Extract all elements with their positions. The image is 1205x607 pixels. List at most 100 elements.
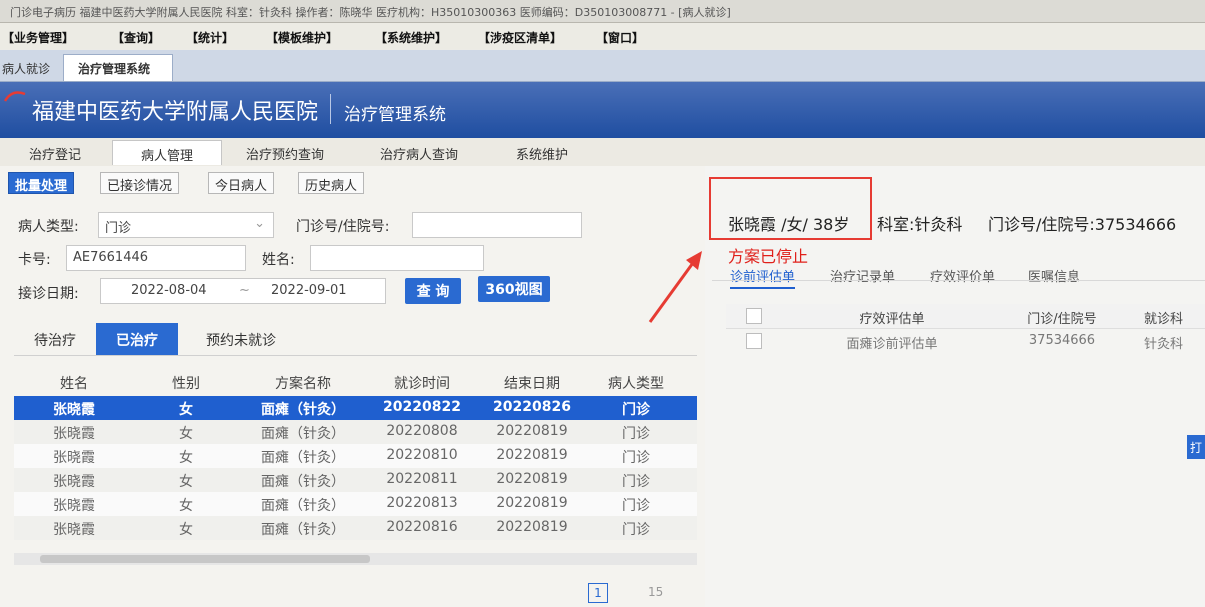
header-end-date[interactable]: 结束日期 (476, 370, 588, 396)
visit-time-cell: 20220813 (386, 495, 458, 511)
menu-template[interactable]: 【模板维护】 (266, 29, 338, 46)
gender-cell: 女 (179, 450, 193, 466)
page-size-select[interactable]: 15 (648, 585, 663, 599)
assessment-row[interactable]: 面瘫诊前评估单 37534666 针灸科 (726, 329, 1205, 353)
query-button[interactable]: 查 询 (405, 278, 461, 304)
tab-treatment-register[interactable]: 治疗登记 (10, 140, 100, 165)
document-tab-strip (0, 50, 1205, 82)
department-label: 科室:针灸科 (877, 215, 963, 234)
tab-efficacy-evaluation[interactable]: 疗效评价单 (930, 266, 995, 285)
date-range-input[interactable]: 2022-08-04 ~ 2022-09-01 (100, 278, 386, 304)
table-row[interactable]: 张晓霞 女 面瘫（针灸） 20220811 20220819 门诊 (14, 468, 697, 492)
gender-cell: 女 (179, 522, 193, 538)
name-label: 姓名: (262, 252, 295, 268)
header-gender[interactable]: 性别 (134, 370, 238, 396)
table-body: 张晓霞女面瘫（针灸） 20220822 20220826 门诊 张晓霞女面瘫（针灸） 20… (14, 396, 697, 540)
table-row[interactable]: 张晓霞 女 面瘫（针灸） 20220808 20220819 门诊 (14, 420, 697, 444)
chevron-down-icon: ⌄ (254, 216, 265, 231)
view-360-button[interactable]: 360视图 (478, 276, 550, 302)
gender-cell: 女 (179, 474, 193, 490)
header-dept[interactable]: 就诊科 (1122, 304, 1205, 328)
patient-type-cell: 门诊 (622, 450, 650, 466)
dept-cell: 针灸科 (1143, 337, 1183, 352)
end-date-cell: 20220819 (496, 471, 568, 487)
plan-cell: 面瘫（针灸） (261, 522, 345, 538)
page-current-button[interactable]: 1 (588, 583, 608, 603)
banner-divider (330, 94, 331, 124)
visit-time-cell: 20220811 (386, 471, 458, 487)
header-patient-type[interactable]: 病人类型 (588, 370, 684, 396)
print-button[interactable]: 打 (1187, 435, 1205, 459)
tab-treatment-record[interactable]: 治疗记录单 (830, 266, 895, 285)
tab-patient-query[interactable]: 治疗病人查询 (358, 140, 480, 165)
date-label: 接诊日期: (18, 286, 79, 302)
name-cell: 张晓霞 (53, 426, 95, 442)
table-row[interactable]: 张晓霞 女 面瘫（针灸） 20220822 20220826 门诊 (14, 396, 697, 420)
received-status-button[interactable]: 已接诊情况 (100, 172, 180, 194)
tab-pre-assessment[interactable]: 诊前评估单 (730, 266, 796, 289)
assessment-header-row: 疗效评估单 门诊/住院号 就诊科 (726, 304, 1205, 329)
reg-no-input[interactable] (412, 212, 582, 238)
tab-medical-orders[interactable]: 医嘱信息 (1028, 266, 1080, 285)
hospital-logo-icon (4, 91, 26, 102)
table-row[interactable]: 张晓霞 女 面瘫（针灸） 20220813 20220819 门诊 (14, 492, 697, 516)
reg-no-cell: 37534666 (1028, 333, 1096, 348)
history-patients-button[interactable]: 历史病人 (298, 172, 365, 194)
plan-cell: 面瘫（针灸） (261, 426, 345, 442)
name-cell: 张晓霞 (53, 402, 95, 418)
plan-cell: 面瘫（针灸） (261, 402, 345, 418)
visit-time-cell: 20220816 (386, 519, 458, 535)
menu-business[interactable]: 【业务管理】 (2, 29, 74, 46)
menu-window[interactable]: 【窗口】 (596, 29, 644, 46)
visit-time-cell: 20220808 (386, 423, 458, 439)
select-all-checkbox[interactable] (746, 308, 762, 324)
header-plan[interactable]: 方案名称 (238, 370, 368, 396)
batch-process-button[interactable]: 批量处理 (8, 172, 75, 194)
tab-treated[interactable]: 已治疗 (96, 323, 178, 355)
tab-pending-treatment[interactable]: 待治疗 (18, 323, 92, 355)
doc-tab-patient-visit[interactable]: 病人就诊 (0, 56, 60, 80)
reg-no-label: 门诊号/住院号: (296, 219, 390, 235)
doc-tab-treatment-system[interactable]: 治疗管理系统 (63, 54, 173, 81)
menu-query[interactable]: 【查询】 (112, 29, 160, 46)
system-name: 治疗管理系统 (344, 105, 446, 125)
menu-system[interactable]: 【系统维护】 (375, 29, 447, 46)
tab-underline (14, 355, 697, 356)
header-name[interactable]: 姓名 (14, 370, 134, 396)
plan-cell: 面瘫（针灸） (261, 498, 345, 514)
header-assessment-form[interactable]: 疗效评估单 (782, 304, 1002, 328)
gender-cell: 女 (179, 402, 193, 418)
plan-status: 方案已停止 (728, 247, 809, 266)
patient-type-select[interactable]: 门诊 ⌄ (98, 212, 274, 238)
patient-type-cell: 门诊 (622, 522, 650, 538)
patient-type-value: 门诊 (105, 221, 132, 236)
date-to: 2022-09-01 (271, 283, 347, 298)
annotation-arrow-icon (648, 251, 702, 323)
gender-cell: 女 (179, 498, 193, 514)
header-reg-no[interactable]: 门诊/住院号 (1002, 304, 1122, 328)
end-date-cell: 20220819 (496, 519, 568, 535)
row-checkbox[interactable] (746, 333, 762, 349)
name-input[interactable] (310, 245, 484, 271)
table-row[interactable]: 张晓霞 女 面瘫（针灸） 20220810 20220819 门诊 (14, 444, 697, 468)
header-visit-time[interactable]: 就诊时间 (368, 370, 476, 396)
name-cell: 张晓霞 (53, 522, 95, 538)
tab-appointment-query[interactable]: 治疗预约查询 (224, 140, 346, 165)
menu-epidemic[interactable]: 【涉疫区清单】 (478, 29, 562, 46)
right-tab-underline (712, 280, 1205, 281)
today-patients-button[interactable]: 今日病人 (208, 172, 275, 194)
tab-booked-not-visited[interactable]: 预约未就诊 (186, 323, 296, 355)
highlight-box (709, 177, 872, 240)
tab-system-maintenance[interactable]: 系统维护 (492, 140, 592, 165)
date-separator: ~ (239, 283, 250, 298)
table-row[interactable]: 张晓霞 女 面瘫（针灸） 20220816 20220819 门诊 (14, 516, 697, 540)
card-input[interactable]: AE7661446 (66, 245, 246, 271)
menu-stats[interactable]: 【统计】 (186, 29, 234, 46)
assessment-form-cell[interactable]: 面瘫诊前评估单 (782, 329, 1002, 353)
tab-patient-management[interactable]: 病人管理 (112, 140, 222, 165)
menu-bar: 【业务管理】 【查询】 【统计】 【模板维护】 【系统维护】 【涉疫区清单】 【… (0, 23, 1205, 49)
end-date-cell: 20220819 (496, 495, 568, 511)
patient-type-cell: 门诊 (622, 474, 650, 490)
name-cell: 张晓霞 (53, 498, 95, 514)
scrollbar-thumb[interactable] (40, 555, 370, 563)
